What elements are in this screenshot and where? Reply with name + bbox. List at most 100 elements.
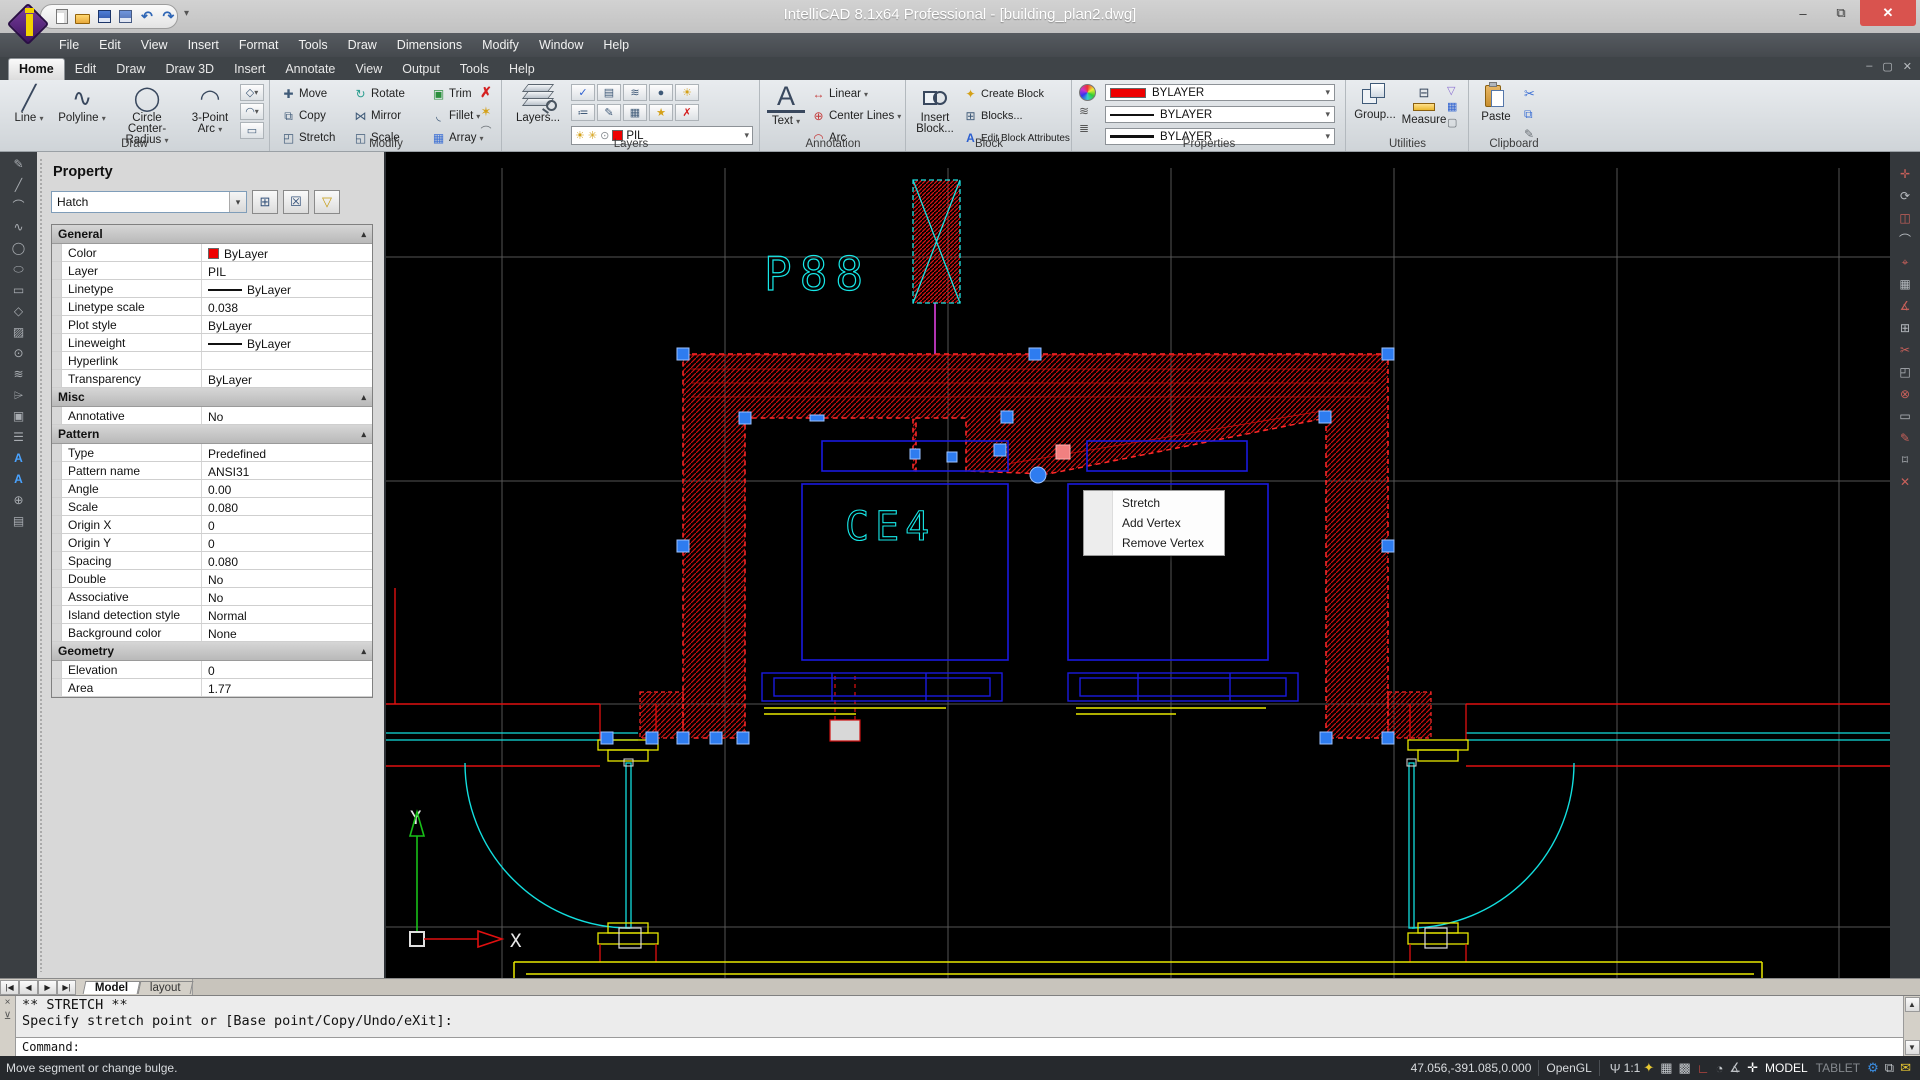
cut-tool-icon[interactable]: ✂: [1900, 344, 1910, 356]
first-sheet-icon[interactable]: |◀: [0, 980, 19, 995]
filter-icon[interactable]: ▽: [1447, 84, 1457, 97]
menu-help[interactable]: Help: [594, 35, 638, 55]
spline-tool-icon[interactable]: ≋: [13, 368, 23, 380]
entity-selector[interactable]: Hatch ▾: [51, 191, 247, 213]
layer-state-icon[interactable]: ≋: [623, 84, 647, 101]
tab-home[interactable]: Home: [8, 58, 65, 80]
blocks-button[interactable]: ⊞Blocks...: [963, 107, 1023, 125]
tab-help[interactable]: Help: [499, 59, 545, 80]
target-tool-icon[interactable]: ⌖: [1902, 256, 1909, 268]
section-general[interactable]: General▴: [52, 225, 372, 244]
context-item-add-vertex[interactable]: Add Vertex: [1084, 513, 1224, 533]
polar-toggle-icon[interactable]: ◔: [1716, 1061, 1724, 1076]
mirror-button[interactable]: ⋈Mirror: [353, 107, 401, 125]
section-misc[interactable]: Misc▴: [52, 388, 372, 407]
snap-toggle-icon[interactable]: ▦: [1660, 1060, 1672, 1076]
app-logo-icon[interactable]: [6, 2, 52, 50]
layer-match-icon[interactable]: ≔: [571, 104, 595, 121]
snap-tool-icon[interactable]: ✛: [1900, 168, 1910, 180]
tab-layout[interactable]: layout: [138, 981, 193, 994]
circle-tool-icon[interactable]: ◯: [12, 242, 25, 254]
line-tool-icon[interactable]: ╱: [15, 179, 22, 191]
tab-edit[interactable]: Edit: [65, 59, 107, 80]
vertex-grip-circle[interactable]: [1030, 467, 1046, 483]
measure-button[interactable]: ⊟ Measure: [1401, 83, 1447, 126]
label-p88[interactable]: P88: [764, 247, 871, 301]
command-history[interactable]: ** STRETCH ** Specify stretch point or […: [16, 996, 1903, 1037]
insert-block-button[interactable]: InsertBlock...: [912, 83, 958, 135]
tab-model[interactable]: Model: [83, 981, 141, 994]
layer-set-icon[interactable]: ▤: [597, 84, 621, 101]
quick-group-icon[interactable]: ▦: [1447, 100, 1457, 113]
layer-delete-icon[interactable]: ✗: [675, 104, 699, 121]
group-button[interactable]: Group...: [1351, 83, 1399, 121]
section-pattern[interactable]: Pattern▴: [52, 425, 372, 444]
deselect-button[interactable]: ☒: [283, 190, 309, 214]
line-button[interactable]: ╱ Line ▾: [6, 83, 52, 124]
furniture-right[interactable]: [1068, 673, 1298, 701]
status-renderer[interactable]: OpenGL: [1546, 1061, 1591, 1075]
layer-prev-icon[interactable]: ●: [649, 84, 673, 101]
close-tool-icon[interactable]: ✕: [1900, 476, 1910, 488]
center-lines-button[interactable]: ⊕Center Lines▾: [811, 107, 901, 125]
text-tool-icon[interactable]: A: [14, 452, 23, 464]
command-pin-icon[interactable]: ⊻: [4, 1012, 11, 1022]
tab-output[interactable]: Output: [392, 59, 450, 80]
drawing-canvas[interactable]: P88 CE4 Y: [386, 152, 1890, 978]
tab-draw3d[interactable]: Draw 3D: [155, 59, 224, 80]
page-setup-icon[interactable]: ▢: [1447, 116, 1457, 129]
mdi-restore-icon[interactable]: ▢: [1882, 60, 1892, 73]
move-button[interactable]: ✚Move: [281, 85, 327, 103]
dim-tool-icon[interactable]: ⊕: [13, 494, 23, 506]
rotate-button[interactable]: ↻Rotate: [353, 85, 405, 103]
layer-merge-icon[interactable]: ▦: [623, 104, 647, 121]
workspace-icon[interactable]: ⧉: [1885, 1060, 1894, 1076]
erase-icon[interactable]: ✗: [474, 84, 498, 101]
section-geometry[interactable]: Geometry▴: [52, 642, 372, 661]
label-ce4[interactable]: CE4: [845, 504, 935, 550]
panel-grip[interactable]: [39, 158, 43, 972]
clip-tool-icon[interactable]: ◫: [1899, 212, 1910, 224]
arc-button[interactable]: ◠ 3-PointArc ▾: [184, 83, 236, 135]
tab-insert[interactable]: Insert: [224, 59, 275, 80]
layers-button[interactable]: Layers...: [511, 83, 565, 124]
join-icon[interactable]: ⌒: [474, 122, 498, 139]
trim-button[interactable]: ▣Trim: [431, 85, 472, 103]
quick-select-button[interactable]: ▽: [314, 190, 340, 214]
linetype-icon[interactable]: ≋: [1079, 104, 1096, 118]
annotation-scale-icon[interactable]: Ψ: [1610, 1061, 1621, 1076]
select-entities-button[interactable]: ⊞: [252, 190, 278, 214]
menu-insert[interactable]: Insert: [179, 35, 228, 55]
menu-file[interactable]: File: [50, 35, 88, 55]
region-tool-icon[interactable]: ▣: [13, 410, 24, 422]
explode-icon[interactable]: ✶: [474, 103, 498, 120]
settings-gear-icon[interactable]: ⚙: [1867, 1060, 1879, 1076]
layer-edit-icon[interactable]: ✎: [597, 104, 621, 121]
mdi-close-icon[interactable]: ✕: [1903, 60, 1912, 73]
multiline-tool-icon[interactable]: ☰: [13, 431, 24, 443]
annotation-visibility-icon[interactable]: ✦: [1643, 1060, 1654, 1076]
menu-view[interactable]: View: [132, 35, 177, 55]
otrack-toggle-icon[interactable]: ∡: [1729, 1060, 1741, 1076]
menu-format[interactable]: Format: [230, 35, 288, 55]
minimize-button[interactable]: –: [1784, 0, 1822, 26]
menu-dimensions[interactable]: Dimensions: [388, 35, 471, 55]
grid-tool-icon[interactable]: ▦: [1899, 278, 1910, 290]
last-sheet-icon[interactable]: ▶|: [57, 980, 76, 995]
color-wheel-icon[interactable]: [1079, 84, 1096, 101]
hatch-tool-icon[interactable]: ▨: [13, 326, 24, 338]
layer-on-icon[interactable]: ☀: [675, 84, 699, 101]
menu-edit[interactable]: Edit: [90, 35, 130, 55]
menu-window[interactable]: Window: [530, 35, 592, 55]
linear-dim-button[interactable]: ↔Linear▾: [811, 85, 868, 103]
context-item-remove-vertex[interactable]: Remove Vertex: [1084, 533, 1224, 553]
dot-tool-icon[interactable]: ⌑: [1902, 454, 1908, 466]
arc-tool-icon[interactable]: ⌒: [12, 200, 24, 212]
remove-tool-icon[interactable]: ⊗: [1900, 388, 1910, 400]
rect-tool-icon[interactable]: ▭: [13, 284, 24, 296]
point-tool-icon[interactable]: ⊙: [13, 347, 23, 359]
column-block[interactable]: [913, 180, 960, 303]
furniture-left[interactable]: [762, 673, 1002, 701]
copy-clipboard-icon[interactable]: ⧉: [1524, 107, 1535, 122]
command-scrollbar[interactable]: ▲ ▼: [1903, 996, 1920, 1056]
